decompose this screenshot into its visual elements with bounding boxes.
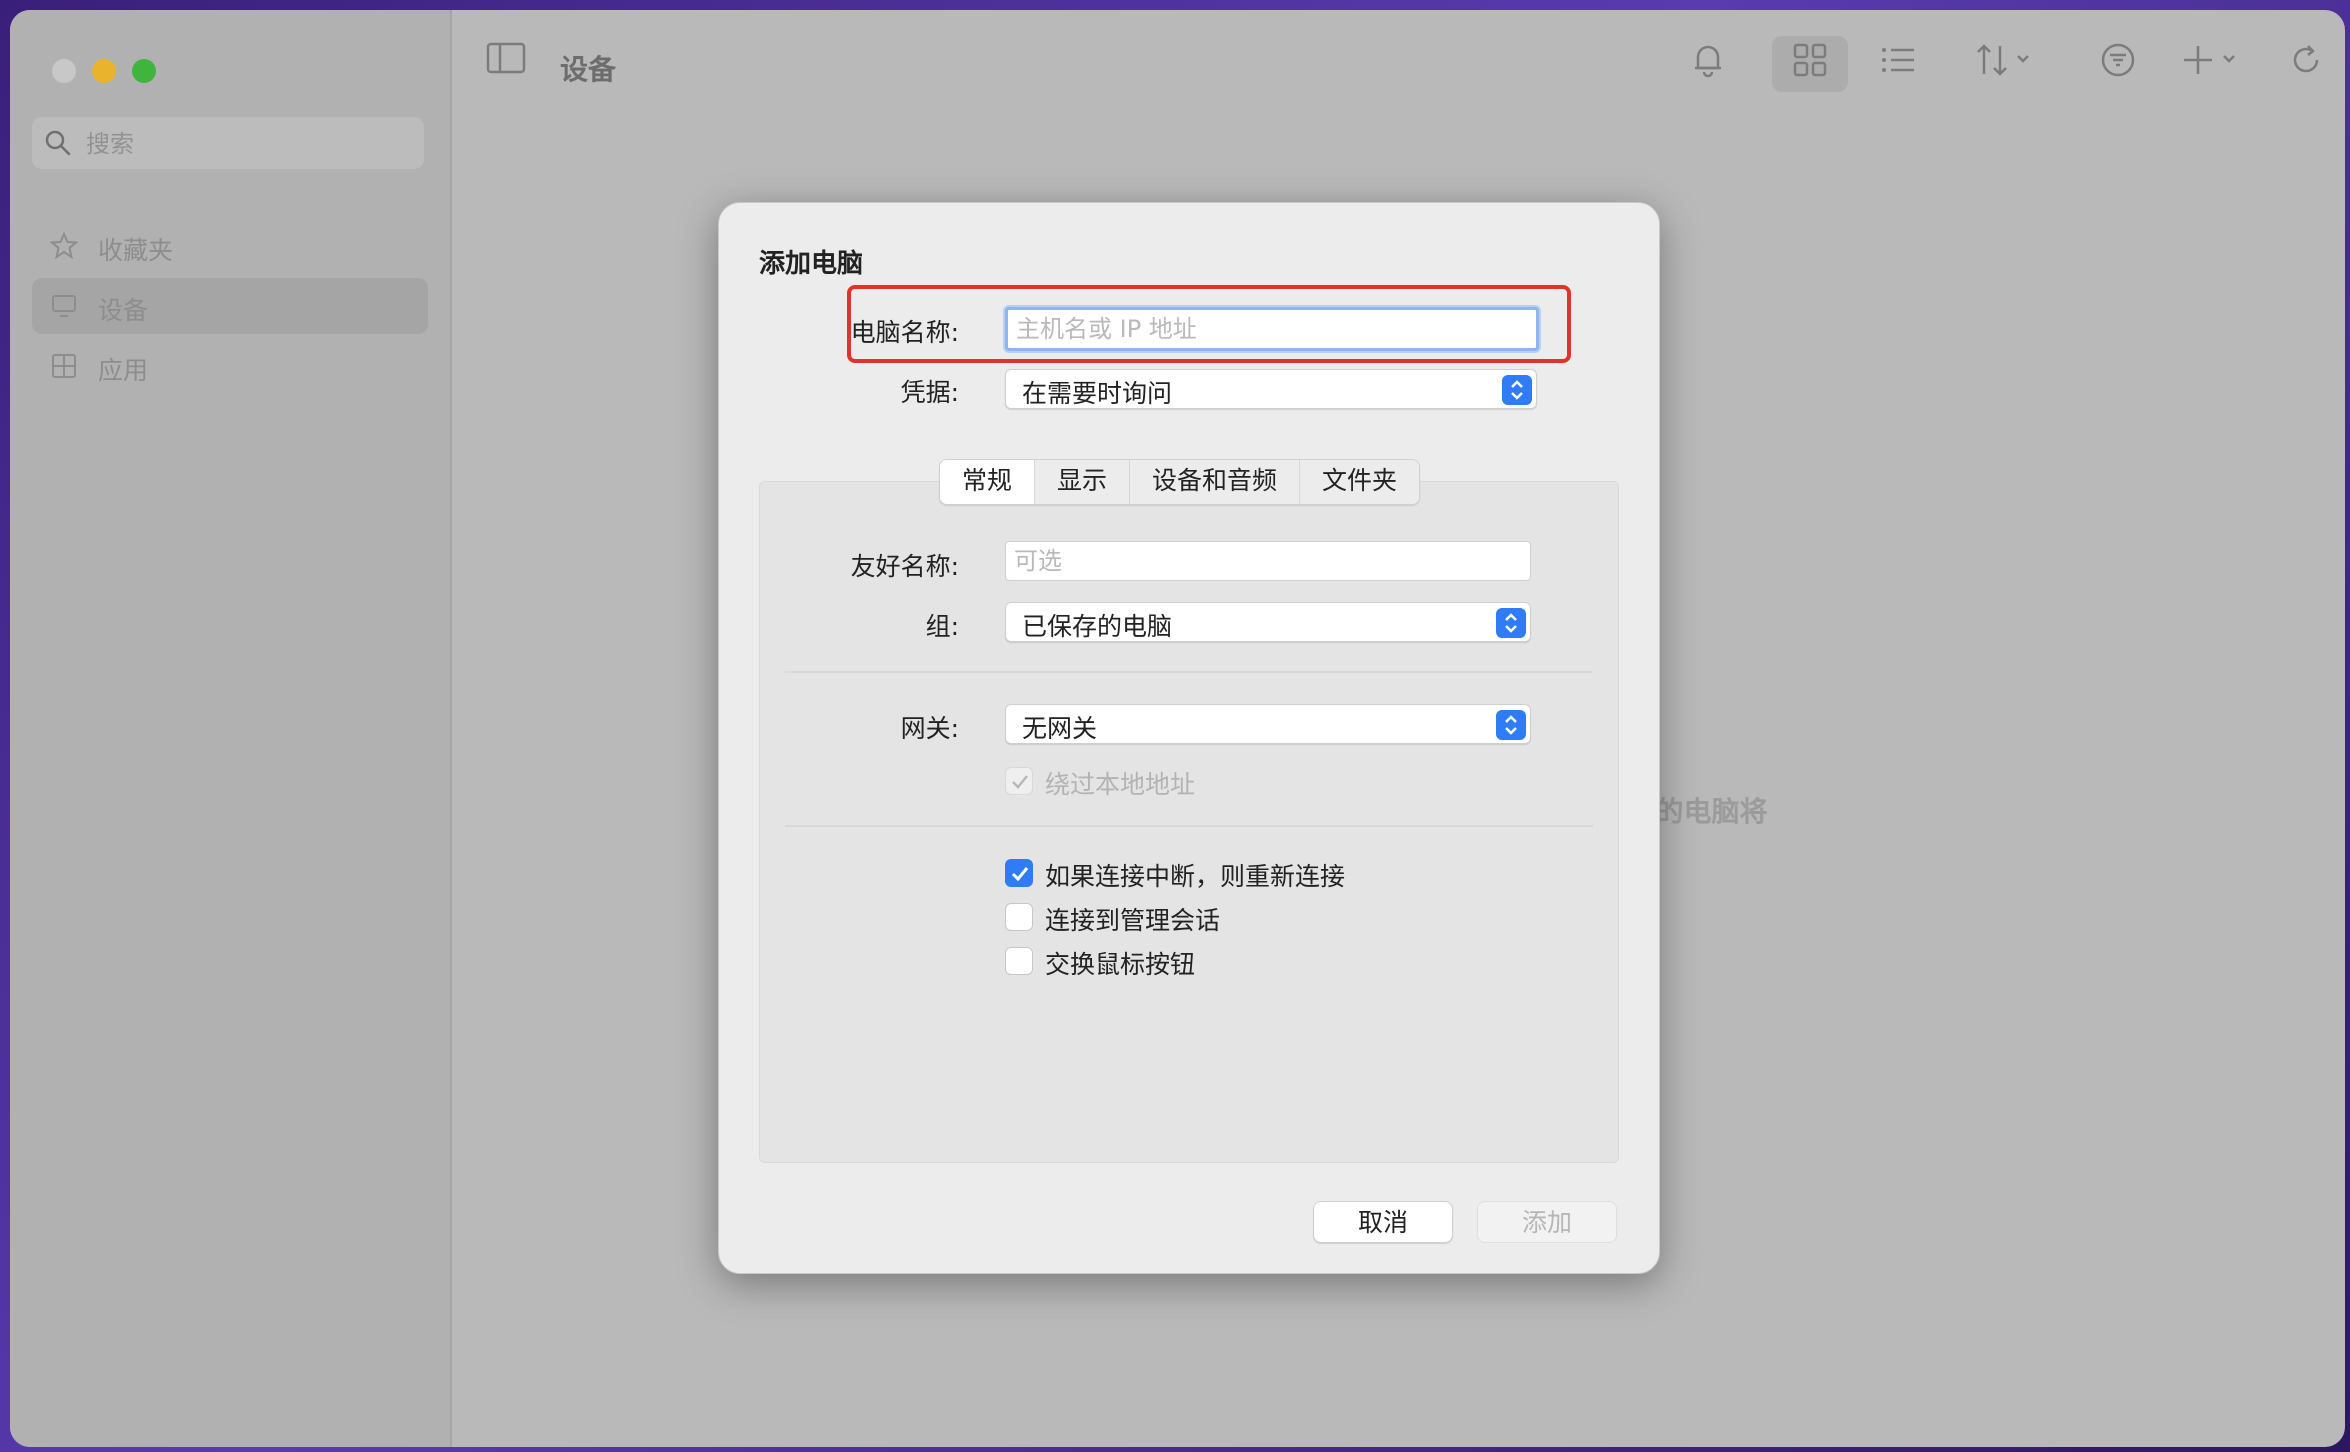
tab-devices-audio[interactable]: 设备和音频 [1129, 460, 1300, 504]
divider [785, 671, 1593, 673]
sidebar-item-label: 设备 [98, 296, 149, 325]
cancel-button[interactable]: 取消 [1313, 1201, 1453, 1243]
sidebar: 收藏夹 设备 应用 [10, 10, 452, 1447]
credentials-label: 凭据: [900, 378, 959, 407]
tab-bar: 常规 显示 设备和音频 文件夹 [939, 459, 1421, 505]
group-value: 已保存的电脑 [1022, 612, 1173, 641]
star-icon [49, 231, 79, 266]
group-label: 组: [925, 612, 959, 641]
apps-icon [50, 352, 78, 386]
sidebar-item-label: 收藏夹 [98, 236, 174, 265]
search-icon [44, 129, 72, 161]
sidebar-item-label: 应用 [98, 356, 149, 385]
gateway-label: 网关: [900, 714, 959, 743]
sidebar-item-apps[interactable]: 应用 [32, 338, 428, 394]
stepper-icon [1496, 608, 1526, 638]
grid-view-icon[interactable] [1790, 40, 1830, 84]
bypass-local-checkbox [1005, 767, 1033, 795]
swap-mouse-checkbox[interactable] [1005, 947, 1033, 975]
reconnect-label: 如果连接中断，则重新连接 [1045, 862, 1346, 891]
checkmark-icon [1012, 775, 1028, 789]
bypass-local-label: 绕过本地地址 [1045, 770, 1196, 799]
monitor-icon [50, 292, 78, 326]
sort-icon[interactable] [1974, 40, 2038, 84]
group-select[interactable]: 已保存的电脑 [1005, 602, 1531, 642]
filter-icon[interactable] [2098, 40, 2138, 84]
stepper-icon [1496, 710, 1526, 740]
minimize-window-button[interactable] [92, 59, 116, 83]
gateway-value: 无网关 [1022, 714, 1098, 743]
divider [785, 825, 1593, 827]
add-pc-dialog: 添加电脑 电脑名称: 凭据: 在需要时询问 常规 显示 设备和音频 文件夹 友好… [718, 202, 1660, 1274]
app-window: 收藏夹 设备 应用 设备 [10, 10, 2345, 1447]
add-button[interactable]: 添加 [1477, 1201, 1617, 1243]
credentials-value: 在需要时询问 [1022, 379, 1173, 408]
swap-mouse-label: 交换鼠标按钮 [1045, 950, 1196, 979]
credentials-select[interactable]: 在需要时询问 [1005, 369, 1537, 409]
sidebar-search[interactable] [32, 117, 424, 169]
tab-general[interactable]: 常规 [940, 460, 1035, 504]
tab-folders[interactable]: 文件夹 [1299, 460, 1420, 504]
friendly-name-input[interactable] [1005, 541, 1531, 581]
checkmark-icon [1011, 867, 1029, 882]
sidebar-item-devices[interactable]: 设备 [32, 278, 428, 334]
highlight-box [847, 285, 1571, 363]
dialog-title: 添加电脑 [759, 249, 864, 279]
admin-session-checkbox[interactable] [1005, 903, 1033, 931]
close-window-button[interactable] [52, 59, 76, 83]
tab-content-panel [759, 481, 1619, 1163]
gateway-select[interactable]: 无网关 [1005, 704, 1531, 744]
refresh-icon[interactable] [2286, 40, 2326, 84]
add-icon[interactable] [2180, 40, 2244, 84]
search-input[interactable] [84, 125, 408, 163]
tab-display[interactable]: 显示 [1034, 460, 1130, 504]
stepper-icon [1502, 375, 1532, 405]
sidebar-toggle-icon[interactable] [486, 40, 526, 80]
reconnect-checkbox[interactable] [1005, 859, 1033, 887]
friendly-name-label: 友好名称: [850, 552, 959, 581]
toolbar-title: 设备 [560, 53, 617, 86]
list-view-icon[interactable] [1878, 40, 1918, 84]
admin-session-label: 连接到管理会话 [1045, 906, 1221, 935]
sidebar-item-favorites[interactable]: 收藏夹 [32, 218, 428, 274]
bell-icon[interactable] [1690, 40, 1726, 84]
maximize-window-button[interactable] [132, 59, 156, 83]
